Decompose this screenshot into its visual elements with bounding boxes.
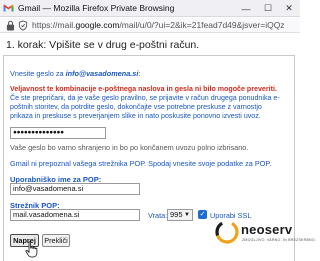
close-window-button[interactable]: ✕ — [279, 0, 299, 17]
address-bar[interactable]: https://mail.google.com/mail/u/0/?ui=2&i… — [0, 18, 300, 33]
pop-info-text: Gmail ni prepoznal vašega strežnika POP.… — [10, 159, 272, 168]
ssl-label: Uporabi SSL — [210, 211, 252, 220]
gmail-logo-icon — [3, 4, 14, 12]
password-prompt-suffix: : — [138, 69, 141, 78]
neoserv-logo: neoserv ZMOGLJIVO. VARNO. IN BREZSKRBNO. — [215, 220, 316, 252]
server-input[interactable]: mail.vasadomena.si — [10, 209, 140, 221]
page-title: 1. korak: Vpišite se v drug e-poštni rač… — [6, 39, 200, 51]
help-line-1: Če ste prepričani, da je vaše geslo prav… — [10, 94, 280, 102]
brand-name: neoserv — [241, 222, 293, 237]
help-line-3: prikaza in preskuse s preverjanjem slike… — [10, 112, 261, 120]
window-titlebar: Gmail — Mozilla Firefox Private Browsing… — [0, 0, 300, 17]
password-prompt: Vnesite geslo za info@vasadomena.si: — [10, 69, 140, 78]
port-select[interactable]: 995 ▼ — [167, 209, 193, 221]
chevron-down-icon: ▼ — [184, 212, 190, 218]
username-input[interactable]: info@vasadomena.si — [10, 183, 140, 195]
url-text[interactable]: https://mail.google.com/mail/u/0/?ui=2&i… — [32, 20, 298, 30]
help-line-2: poštnih storitev, da potrdite geslo, dok… — [10, 103, 262, 111]
port-label: Vrata: — [148, 211, 168, 220]
error-message: Veljavnost te kombinacije e-poštnega nas… — [10, 85, 277, 93]
permissions-icon[interactable] — [18, 20, 28, 31]
brand-tagline: ZMOGLJIVO. VARNO. IN BREZSKRBNO. — [242, 238, 317, 242]
url-prefix: https://mail. — [32, 20, 76, 30]
password-prompt-prefix: Vnesite geslo za — [10, 69, 66, 78]
cancel-button[interactable]: Prekliči — [42, 234, 70, 247]
url-domain: google.com — [75, 20, 120, 30]
password-input[interactable]: ●●●●●●●●●●●●●● — [10, 127, 106, 139]
lock-icon[interactable] — [6, 20, 15, 31]
url-path: /mail/u/0/?ui=2&ik=21fead7d49&jsver=iQQz — [119, 20, 285, 30]
port-value: 995 — [170, 210, 183, 219]
ssl-checkbox[interactable]: ✓ — [198, 210, 207, 219]
account-email: info@vasadomena.si — [65, 69, 139, 78]
minimize-button[interactable]: — — [236, 0, 256, 17]
window-title: Gmail — Mozilla Firefox Private Browsing — [18, 3, 175, 13]
hand-cursor-icon — [25, 241, 38, 258]
neoserv-logo-icon — [215, 220, 239, 244]
password-note: Vaše geslo bo varno shranjeno in bo po k… — [10, 143, 249, 152]
maximize-button[interactable]: ☐ — [258, 0, 278, 17]
